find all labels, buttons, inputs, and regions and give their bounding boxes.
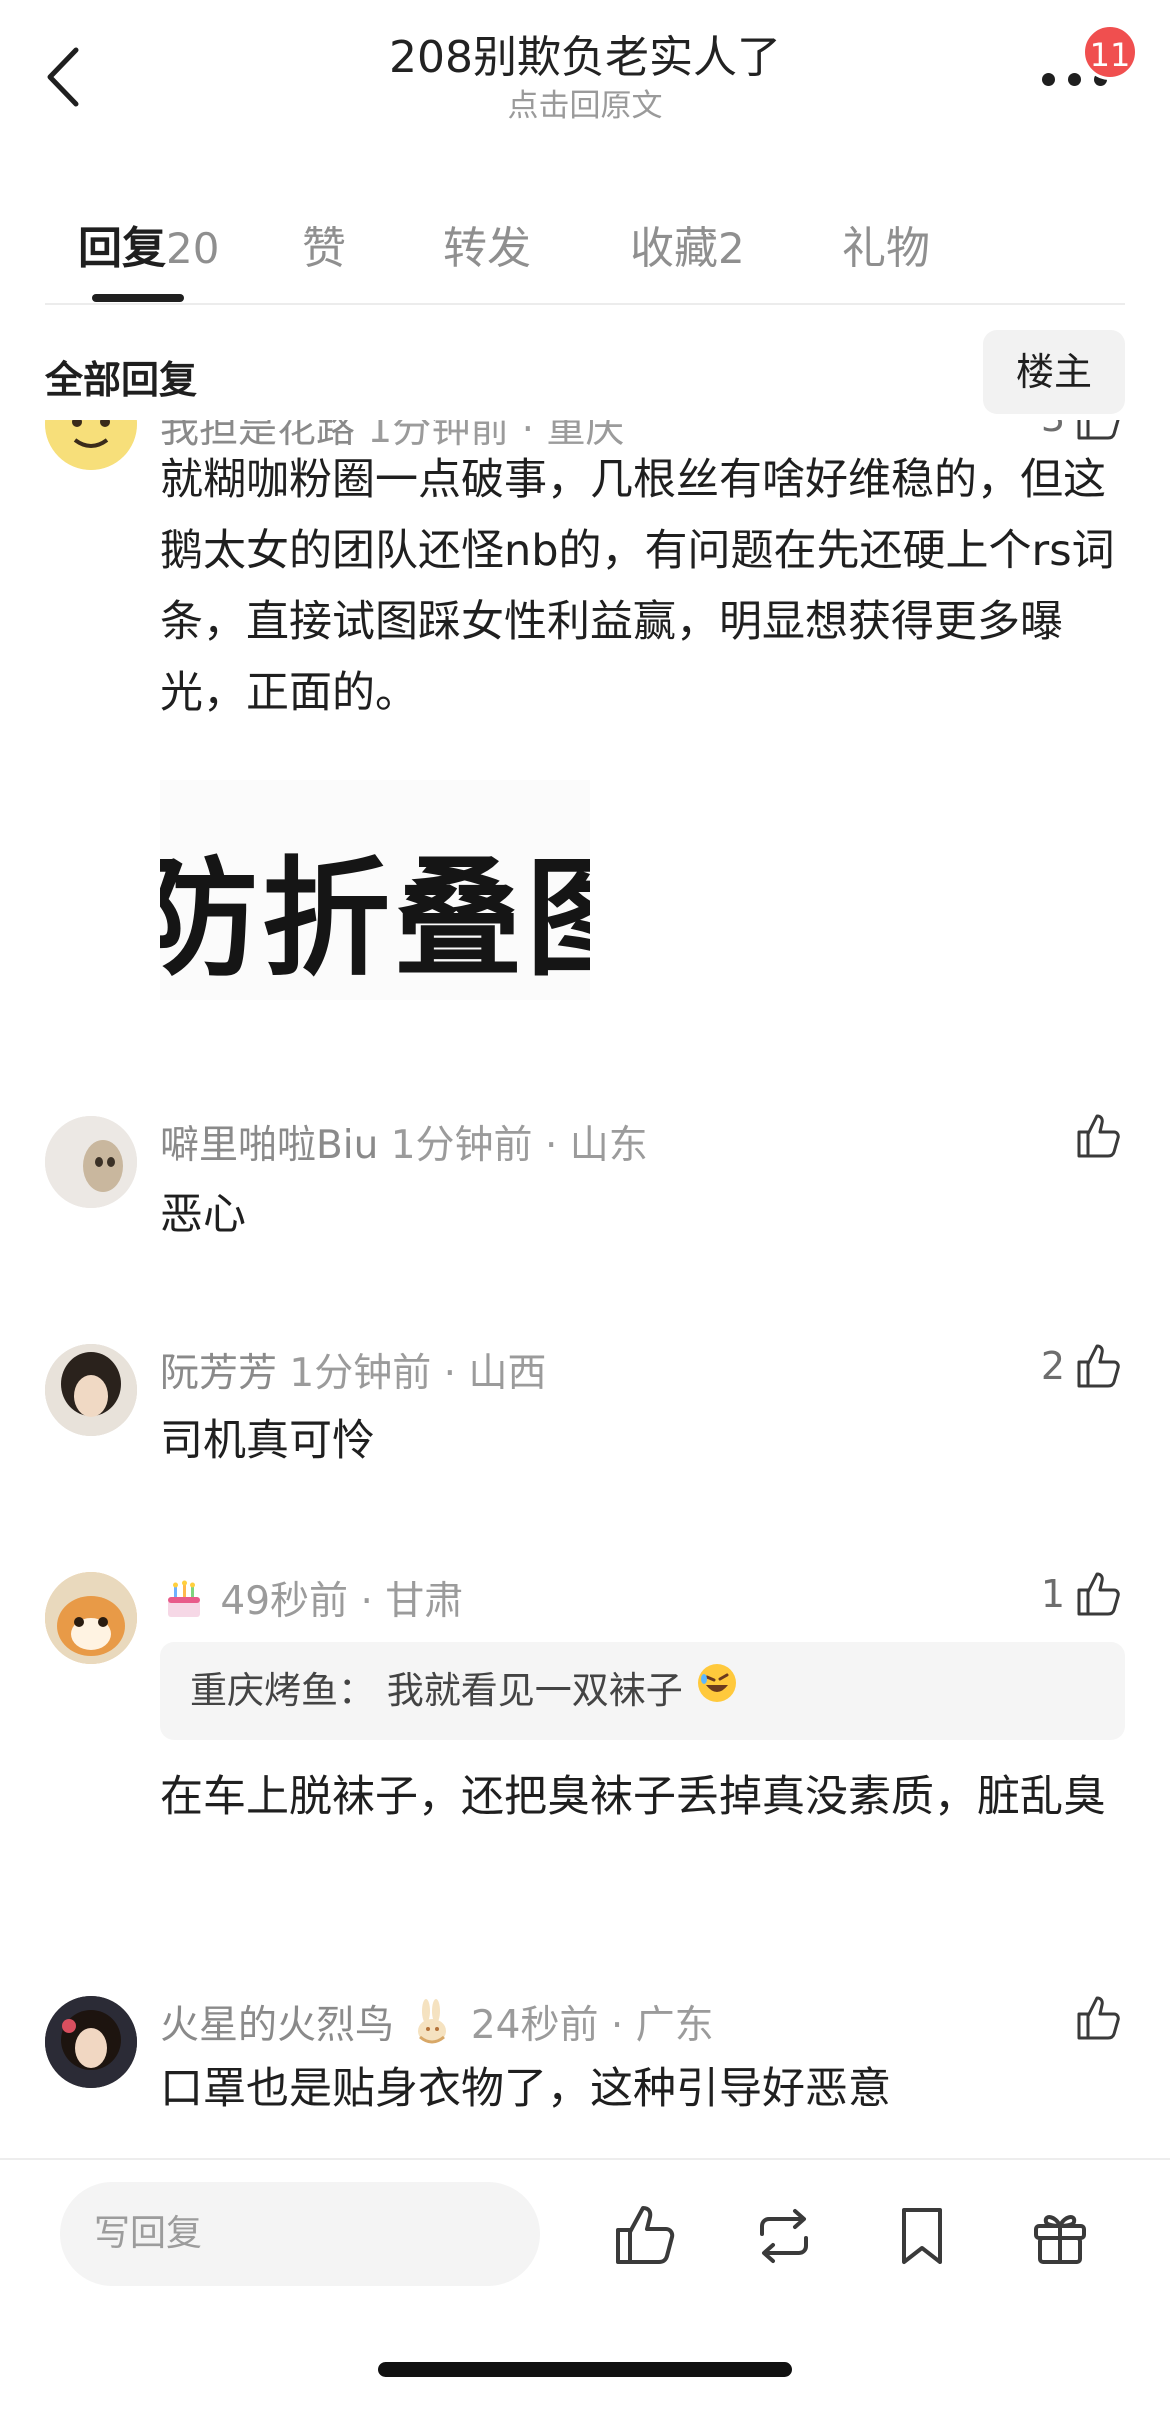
- more-icon: [1042, 73, 1055, 86]
- like-button[interactable]: [1073, 1988, 1125, 2048]
- avatar-image: [45, 420, 137, 470]
- like-button[interactable]: [1073, 1106, 1125, 1166]
- comment-location: 山西: [468, 1351, 547, 1396]
- notification-badge: 11: [1082, 24, 1138, 80]
- like-icon: [1077, 1996, 1120, 2040]
- like-button[interactable]: 1: [1041, 1564, 1125, 1624]
- avatar-image: [45, 1996, 137, 2088]
- username[interactable]: 火星的火烈鸟: [160, 2003, 394, 2048]
- like-icon[interactable]: [610, 2200, 682, 2272]
- tab-favorites[interactable]: 收藏2: [630, 212, 745, 276]
- quote-text: 我就看见一双袜子: [386, 1669, 683, 1712]
- filter-bar: 全部回复 楼主: [0, 325, 1170, 420]
- comment-time: 24秒前: [470, 2003, 599, 2048]
- comment-text: 就糊咖粉圈一点破事，几根丝有啥好维稳的，但这鹅太女的团队还怪nb的，有问题在先还…: [160, 455, 1115, 718]
- comment-text: 在车上脱袜子，还把臭袜子丢掉真没素质，脏乱臭: [160, 1772, 1106, 1822]
- comment-time: 49秒前: [220, 1579, 349, 1624]
- cake-emoji: [160, 1575, 208, 1633]
- comment-location: 甘肃: [385, 1579, 464, 1624]
- avatar-image: [45, 1116, 137, 1208]
- like-icon: [1077, 420, 1120, 440]
- tab-reposts[interactable]: 转发: [443, 212, 531, 276]
- tab-label: 回复: [78, 223, 166, 274]
- tab-label: 转发: [443, 223, 531, 274]
- tab-label: 礼物: [842, 223, 930, 274]
- like-icon: [1077, 1114, 1120, 1158]
- comment-item: 火星的火烈鸟 24秒前 · 广东 口罩也是贴身衣物了，这种引导好恶意: [0, 1990, 1170, 2150]
- comment-text: 司机真可怜: [160, 1416, 375, 1466]
- owner-only-button[interactable]: 楼主: [983, 330, 1125, 414]
- comment-time: 1分钟前: [289, 1351, 432, 1396]
- like-count: 1: [1040, 1572, 1065, 1616]
- avatar[interactable]: [45, 420, 137, 470]
- username[interactable]: 噼里啪啦Biu: [160, 1123, 378, 1168]
- laughing-emoji: [695, 1644, 739, 1742]
- comment-text: 口罩也是贴身衣物了，这种引导好恶意: [160, 2064, 891, 2114]
- avatar[interactable]: [45, 1996, 137, 2088]
- back-to-original-link[interactable]: 点击回原文: [235, 86, 935, 126]
- quote-author[interactable]: 重庆烤鱼：: [190, 1669, 375, 1712]
- like-icon: [1077, 1344, 1120, 1388]
- like-icon: [1077, 1572, 1120, 1616]
- comment-meta: 噼里啪啦Biu 1分钟前 · 山东: [160, 1123, 648, 1168]
- comment-time: 1分钟前: [390, 1123, 533, 1168]
- tab-count: 20: [166, 224, 220, 273]
- avatar[interactable]: [45, 1344, 137, 1436]
- image-caption: 防折叠图: [160, 845, 590, 994]
- gift-icon[interactable]: [1024, 2200, 1096, 2272]
- comment-location: 广东: [635, 2003, 714, 2048]
- rabbit-emoji: [406, 1997, 458, 2059]
- back-icon[interactable]: [40, 42, 90, 112]
- username[interactable]: 阮芳芳: [160, 1351, 277, 1396]
- comment-item: 噼里啪啦Biu 1分钟前 · 山东 恶心: [0, 1110, 1170, 1260]
- like-button[interactable]: 2: [1041, 1336, 1125, 1396]
- avatar-image: [45, 1572, 137, 1664]
- like-count: 3: [1041, 420, 1065, 440]
- comment-image[interactable]: 防折叠图: [160, 780, 590, 1000]
- tab-label: 赞: [302, 223, 346, 274]
- comment-text: 恶心: [160, 1190, 246, 1240]
- quoted-reply[interactable]: 重庆烤鱼： 我就看见一双袜子: [160, 1642, 1125, 1740]
- avatar[interactable]: [45, 1116, 137, 1208]
- comment-meta: 49秒前 · 甘肃: [160, 1570, 463, 1633]
- more-icon-dot: [1068, 73, 1081, 86]
- avatar-image: [45, 1344, 137, 1436]
- divider: [45, 303, 1125, 305]
- comment-item: 阮芳芳 1分钟前 · 山西 2 司机真可怜: [0, 1338, 1170, 1488]
- title-area[interactable]: 208别欺负老实人了 点击回原文: [235, 30, 935, 126]
- home-indicator: [378, 2362, 792, 2377]
- tab-replies[interactable]: 回复20: [78, 212, 219, 276]
- top-nav-bar: 208别欺负老实人了 点击回原文 11: [0, 0, 1170, 150]
- like-button[interactable]: 3: [1041, 420, 1125, 448]
- repost-icon[interactable]: [748, 2200, 820, 2272]
- comment-location: 山东: [569, 1123, 648, 1168]
- active-tab-indicator: [92, 294, 184, 302]
- all-replies-label[interactable]: 全部回复: [45, 349, 197, 404]
- avatar[interactable]: [45, 1572, 137, 1664]
- tab-gifts[interactable]: 礼物: [842, 212, 930, 276]
- comment-meta: 阮芳芳 1分钟前 · 山西: [160, 1351, 547, 1396]
- like-count: 2: [1040, 1344, 1065, 1388]
- tab-label: 收藏: [630, 223, 718, 274]
- post-title: 208别欺负老实人了: [389, 32, 781, 83]
- comment-item: 49秒前 · 甘肃 1 重庆烤鱼： 我就看见一双袜子 在车上脱袜子，还把臭袜子丢…: [0, 1566, 1170, 1896]
- tab-likes[interactable]: 赞: [302, 212, 346, 276]
- tab-bar: 回复20 赞 转发 收藏2 礼物: [0, 200, 1170, 305]
- reply-input[interactable]: 写回复: [60, 2182, 540, 2286]
- tab-count: 2: [718, 224, 745, 273]
- bookmark-icon[interactable]: [886, 2200, 958, 2272]
- comment-meta: 火星的火烈鸟 24秒前 · 广东: [160, 1994, 714, 2059]
